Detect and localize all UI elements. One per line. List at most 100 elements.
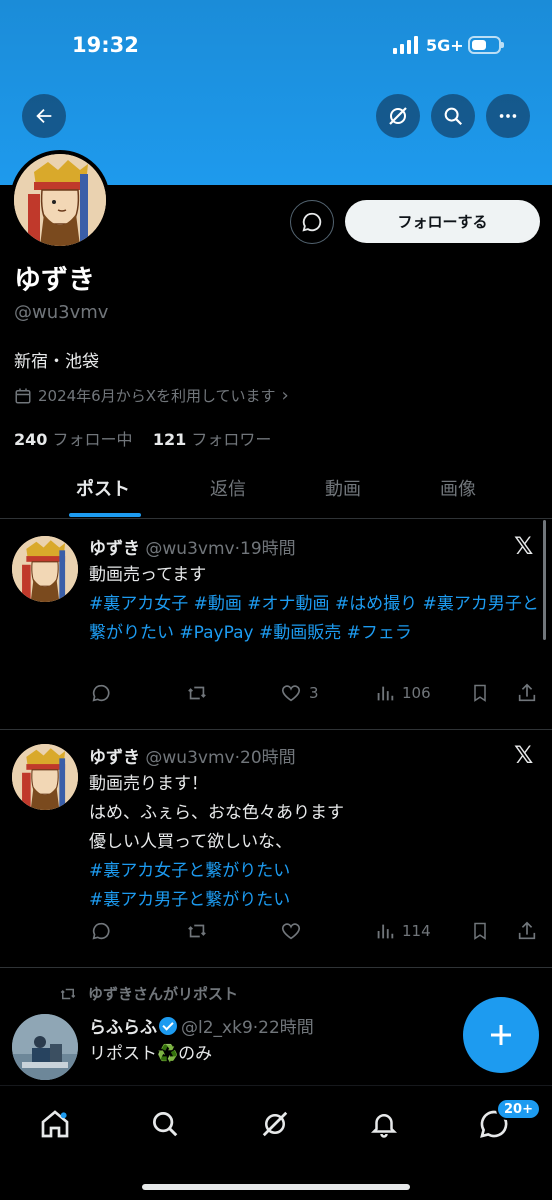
post-author-name[interactable]: ゆずき <box>89 539 140 559</box>
post-line: 優しい人買って欲しいな、 <box>89 832 293 852</box>
network-label: 5G+ <box>426 36 464 55</box>
post-hashtag[interactable]: #裏アカ女子と繋がりたい <box>89 857 539 886</box>
nav-notifications[interactable] <box>364 1104 404 1144</box>
like-button[interactable]: 3 <box>279 682 319 704</box>
post-text: 動画売ります！ はめ、ふぇら、おな色々あります 優しい人買って欲しいな、 #裏ア… <box>89 770 539 915</box>
home-indicator <box>142 1184 410 1190</box>
signal-icon <box>393 36 418 54</box>
repost-icon <box>188 924 206 938</box>
post-time[interactable]: 22時間 <box>258 1018 314 1038</box>
post-time[interactable]: 19時間 <box>240 539 296 559</box>
post-author-name[interactable]: らふらふ <box>89 1018 157 1038</box>
search-icon <box>153 1112 178 1137</box>
share-button[interactable] <box>516 920 538 942</box>
followers-label[interactable]: フォロワー <box>191 430 271 449</box>
grok-button[interactable] <box>376 94 420 138</box>
share-button[interactable] <box>516 682 538 704</box>
back-button[interactable] <box>22 94 66 138</box>
playing-card-king-image <box>12 536 78 602</box>
active-tab-indicator <box>69 513 141 517</box>
follow-button[interactable]: フォローする <box>345 200 540 243</box>
view-count: 114 <box>402 922 431 940</box>
plus-icon <box>491 1025 511 1045</box>
calendar-icon <box>15 388 31 403</box>
post-avatar[interactable] <box>12 536 78 602</box>
bell-icon <box>370 1114 398 1138</box>
repost-icon <box>188 686 206 700</box>
compose-button[interactable] <box>463 997 539 1073</box>
reply-icon <box>92 684 110 702</box>
playing-card-king-image <box>12 744 78 810</box>
more-button[interactable] <box>486 94 530 138</box>
post-body: のみ <box>178 1044 213 1064</box>
follow-counts: 240 フォロー中 121 フォロワー <box>14 426 271 450</box>
nav-search[interactable] <box>145 1104 185 1144</box>
reply-button[interactable] <box>90 682 112 704</box>
arrow-left-icon <box>36 108 52 124</box>
bookmark-button[interactable] <box>470 682 490 704</box>
post-body: リポスト <box>89 1044 157 1064</box>
post-author-handle[interactable]: @wu3vmv <box>145 748 234 768</box>
post-author-handle[interactable]: @l2_xk9 <box>181 1018 253 1038</box>
grok-icon <box>389 107 407 125</box>
status-time: 19:32 <box>72 33 139 57</box>
share-icon <box>518 683 536 702</box>
views-button[interactable]: 114 <box>374 920 431 942</box>
x-logo-icon: 𝕏 <box>514 532 534 560</box>
heart-icon <box>281 685 301 702</box>
following-label[interactable]: フォロー中 <box>53 430 133 449</box>
post[interactable]: ゆずき @wu3vmv·19時間 𝕏 動画売ってます #裏アカ女子 #動画 #オ… <box>0 520 552 730</box>
message-button[interactable] <box>290 200 334 244</box>
post[interactable]: ゆずき @wu3vmv·20時間 𝕏 動画売ります！ はめ、ふぇら、おな色々あり… <box>0 730 552 968</box>
followers-count[interactable]: 121 <box>153 430 186 449</box>
post-header: ゆずき @wu3vmv·19時間 <box>89 534 296 559</box>
following-count[interactable]: 240 <box>14 430 47 449</box>
joined-text: 2024年6月からXを利用しています <box>38 387 276 405</box>
nav-grok[interactable] <box>255 1104 295 1144</box>
search-icon <box>444 107 463 126</box>
x-logo-icon: 𝕏 <box>514 741 534 769</box>
person-boat-image <box>12 1014 78 1080</box>
bookmark-icon <box>474 684 486 702</box>
analytics-icon <box>377 686 394 701</box>
post-text: 動画売ってます #裏アカ女子 #動画 #オナ動画 #はめ撮り #裏アカ男子と繋が… <box>89 561 539 648</box>
repost-button[interactable] <box>185 682 209 704</box>
post-hashtag[interactable]: #裏アカ男子と繋がりたい <box>89 886 539 915</box>
post-body: 動画売ってます <box>89 565 207 585</box>
post-avatar[interactable] <box>12 744 78 810</box>
profile-avatar[interactable] <box>10 150 110 250</box>
message-icon <box>302 212 322 232</box>
share-icon <box>518 921 536 940</box>
joined-date[interactable]: 2024年6月からXを利用しています › <box>14 385 289 406</box>
profile-bio: 新宿・池袋 <box>14 352 99 372</box>
post-actions: 114 <box>0 920 552 950</box>
post-author-name[interactable]: ゆずき <box>89 748 140 768</box>
nav-home[interactable] <box>35 1104 75 1144</box>
views-button[interactable]: 106 <box>374 682 431 704</box>
post-header: ゆずき @wu3vmv·20時間 <box>89 743 296 768</box>
profile-handle: @wu3vmv <box>14 302 109 323</box>
heart-icon <box>281 923 301 940</box>
post-avatar[interactable] <box>12 1014 78 1080</box>
repost-button[interactable] <box>185 920 209 942</box>
like-button[interactable] <box>279 920 303 942</box>
post-time[interactable]: 20時間 <box>240 748 296 768</box>
post-actions: 3 106 <box>0 682 552 712</box>
tab-posts[interactable]: ポスト <box>48 475 158 501</box>
status-bar: 19:32 5G+ <box>0 0 552 90</box>
notification-badge: 20+ <box>496 1098 541 1120</box>
reply-button[interactable] <box>90 920 112 942</box>
grok-icon <box>262 1111 288 1137</box>
playing-card-king-image <box>14 154 106 246</box>
post-line: 動画売ります！ <box>89 774 208 794</box>
more-icon <box>499 114 517 118</box>
post-hashtags[interactable]: #裏アカ女子 #動画 #オナ動画 #はめ撮り #裏アカ男子と繋がりたい #Pay… <box>89 590 539 648</box>
tab-videos[interactable]: 動画 <box>288 475 398 501</box>
search-button[interactable] <box>431 94 475 138</box>
bookmark-icon <box>474 922 486 940</box>
tab-images[interactable]: 画像 <box>403 475 513 501</box>
tab-replies[interactable]: 返信 <box>173 475 283 501</box>
bookmark-button[interactable] <box>470 920 490 942</box>
post-author-handle[interactable]: @wu3vmv <box>145 539 234 559</box>
reply-icon <box>92 922 110 940</box>
